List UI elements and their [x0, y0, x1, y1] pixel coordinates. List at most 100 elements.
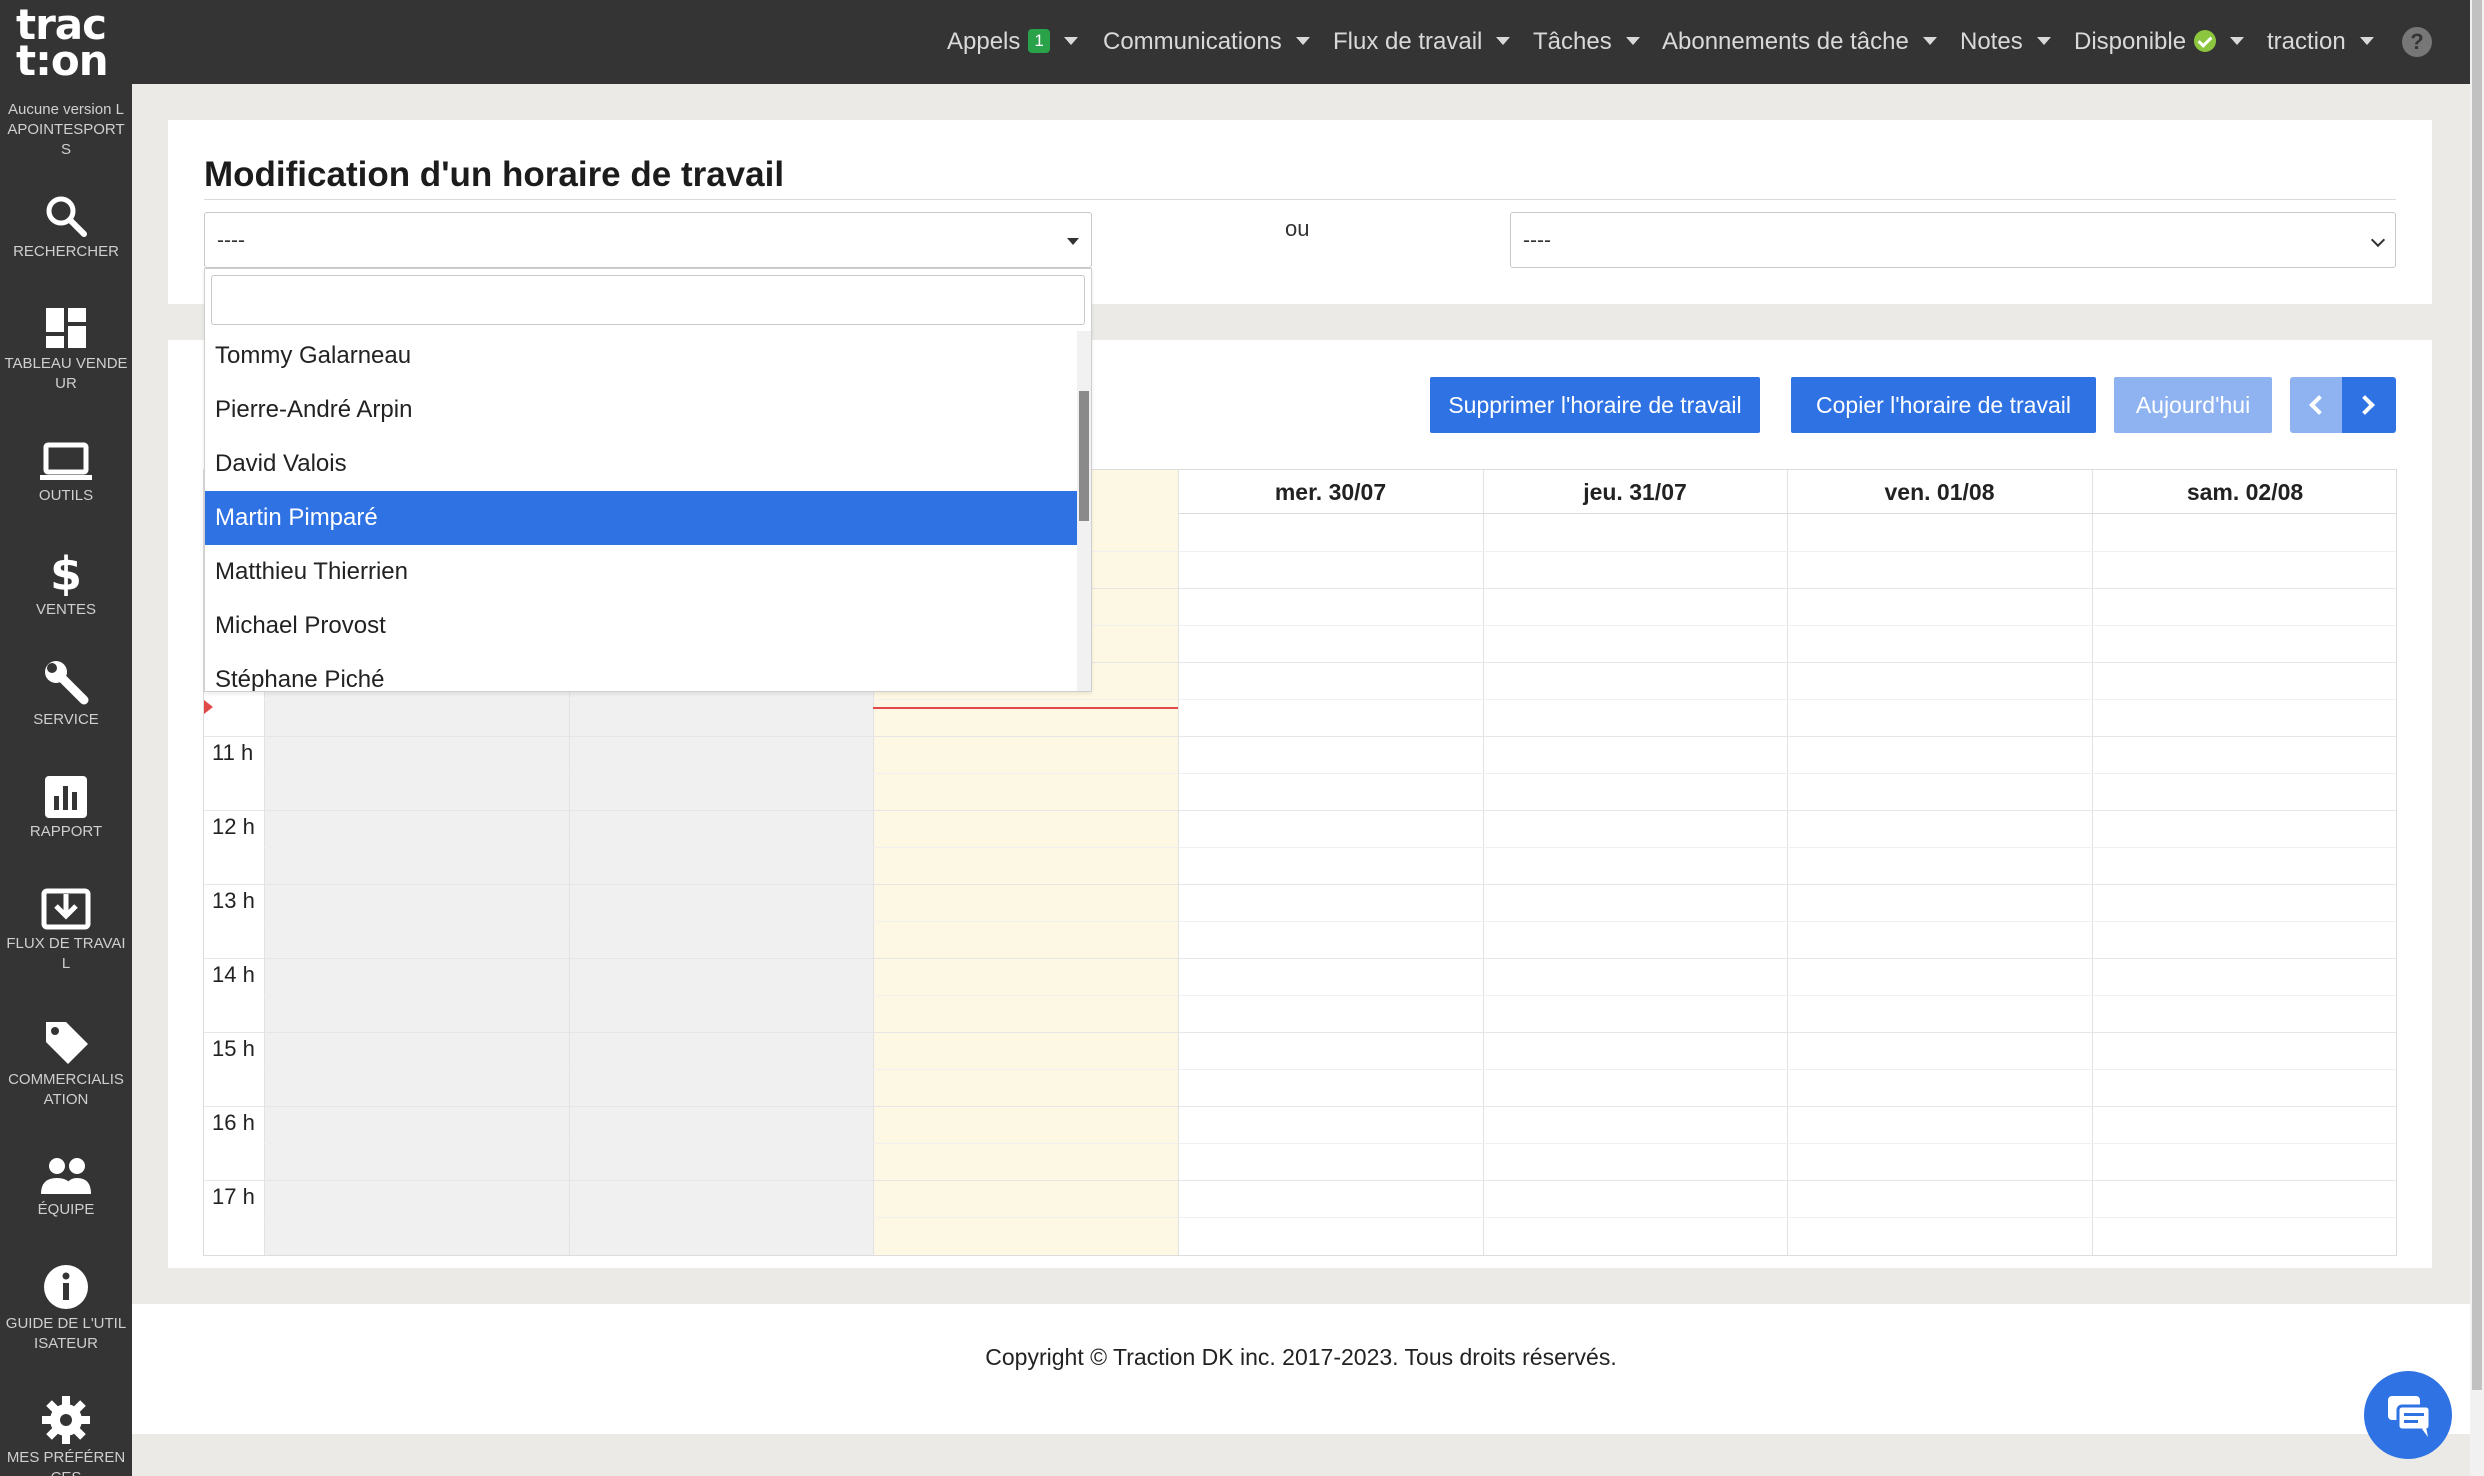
hour-line	[204, 1032, 2396, 1033]
search-icon	[46, 196, 87, 237]
hour-label: 13 h	[212, 888, 255, 913]
nav-abonnements[interactable]: Abonnements de tâche	[1662, 0, 1937, 84]
sidebar-item-rechercher[interactable]: RECHERCHER	[0, 194, 132, 262]
scrollbar-thumb[interactable]	[2472, 0, 2482, 1390]
sidebar-item-service[interactable]: SERVICE	[0, 658, 132, 730]
or-label: ou	[1285, 216, 1310, 241]
hour-label: 14 h	[212, 962, 255, 987]
dollar-icon: $	[51, 548, 81, 596]
dropdown-option[interactable]: Pierre-André Arpin	[205, 383, 1077, 437]
dropdown-option[interactable]: Stéphane Piché	[205, 653, 1077, 691]
nav-label: Appels	[947, 28, 1021, 55]
half-hour-line	[264, 995, 2396, 996]
scrollbar-thumb[interactable]	[1079, 391, 1089, 521]
nav-user[interactable]: traction	[2267, 0, 2374, 84]
sidebar-item-flux-de-travail[interactable]: FLUX DE TRAVAIL	[0, 888, 132, 974]
copyright-text: Copyright © Traction DK inc. 2017-2023. …	[985, 1344, 1617, 1370]
sidebar-item-label: FLUX DE TRAVAIL	[6, 935, 126, 972]
dropdown-option[interactable]: Tommy Galarneau	[205, 329, 1077, 383]
svg-text:$: $	[51, 548, 81, 596]
dropdown-option[interactable]: Michael Provost	[205, 599, 1077, 653]
dropdown-option[interactable]: David Valois	[205, 437, 1077, 491]
half-hour-line	[264, 921, 2396, 922]
calls-count-badge: 1	[1028, 28, 1050, 53]
employee-select[interactable]: ----	[204, 212, 1092, 268]
current-time-marker-icon	[204, 700, 213, 714]
hour-label: 17 h	[212, 1184, 255, 1209]
sidebar-item-label: COMMERCIALISATION	[8, 1071, 124, 1108]
caret-down-icon	[1922, 36, 1937, 45]
dropdown-option[interactable]: Matthieu Thierrien	[205, 545, 1077, 599]
download-box-icon	[41, 888, 91, 930]
hour-label: 15 h	[212, 1036, 255, 1061]
today-button[interactable]: Aujourd'hui	[2114, 377, 2272, 433]
nav-flux-de-travail[interactable]: Flux de travail	[1333, 0, 1511, 84]
page-title: Modification d'un horaire de travail	[204, 155, 785, 194]
help-icon[interactable]: ?	[2402, 27, 2432, 57]
nav-notes[interactable]: Notes	[1960, 0, 2051, 84]
nav-disponible[interactable]: Disponible	[2074, 0, 2245, 84]
page-scrollbar[interactable]	[2470, 0, 2484, 1476]
nav-communications[interactable]: Communications	[1103, 0, 1310, 84]
sidebar-item-label: SERVICE	[33, 711, 99, 728]
nav-label: Tâches	[1533, 28, 1612, 55]
nav-label: traction	[2267, 28, 2346, 55]
sidebar-item-preferences[interactable]: MES PRÉFÉRENCES	[0, 1396, 132, 1476]
nav-label: Communications	[1103, 28, 1282, 55]
dropdown-option-selected[interactable]: Martin Pimparé	[205, 491, 1077, 545]
day-header: jeu. 31/07	[1483, 470, 1787, 514]
sidebar-item-label: ÉQUIPE	[37, 1201, 95, 1218]
day-header: ven. 01/08	[1787, 470, 2092, 514]
chat-bubble-icon	[2388, 1396, 2432, 1437]
traction-logo[interactable]: trac t:on	[0, 0, 132, 84]
caret-down-icon	[2036, 36, 2051, 45]
sidebar-item-label: MES PRÉFÉRENCES	[6, 1449, 126, 1476]
sidebar-item-label: RECHERCHER	[13, 243, 119, 260]
nav-taches[interactable]: Tâches	[1533, 0, 1640, 84]
sidebar-item-outils[interactable]: OUTILS	[0, 442, 132, 506]
half-hour-line	[264, 699, 2396, 700]
sidebar-item-tableau-vendeur[interactable]: TABLEAU VENDEUR	[0, 306, 132, 394]
hour-label: 12 h	[212, 814, 255, 839]
caret-down-icon	[1067, 238, 1079, 245]
nav-label: Abonnements de tâche	[1662, 28, 1909, 55]
hour-line	[204, 810, 2396, 811]
hour-line	[204, 958, 2396, 959]
dashboard-icon	[46, 308, 86, 348]
dropdown-scrollbar[interactable]	[1077, 331, 1091, 691]
sidebar-item-guide[interactable]: GUIDE DE L'UTILISATEUR	[0, 1264, 132, 1354]
sidebar-item-label: TABLEAU VENDEUR	[4, 355, 128, 392]
caret-down-icon	[2359, 36, 2374, 45]
wrench-icon	[45, 661, 89, 705]
sidebar-item-label: RAPPORT	[29, 823, 103, 840]
half-hour-line	[264, 847, 2396, 848]
dropdown-search-input[interactable]	[211, 275, 1085, 325]
sidebar-item-rapport[interactable]: RAPPORT	[0, 776, 132, 842]
laptop-icon	[40, 442, 92, 480]
sidebar: trac t:on Aucune version LAPOINTESPORTS …	[0, 0, 132, 1476]
sidebar-item-equipe[interactable]: ÉQUIPE	[0, 1156, 132, 1220]
next-week-button[interactable]	[2342, 377, 2396, 433]
footer: Copyright © Traction DK inc. 2017-2023. …	[132, 1304, 2470, 1434]
employee-dropdown: Tommy Galarneau Pierre-André Arpin David…	[204, 268, 1092, 692]
hour-line	[204, 1180, 2396, 1181]
current-time-line	[873, 707, 1178, 709]
delete-schedule-button[interactable]: Supprimer l'horaire de travail	[1430, 377, 1760, 433]
version-label: Aucune version LAPOINTESPORTS	[7, 101, 125, 158]
caret-down-icon	[1063, 36, 1078, 45]
day-header: sam. 02/08	[2092, 470, 2396, 514]
sidebar-item-commercialisation[interactable]: COMMERCIALISATION	[0, 1018, 132, 1110]
nav-appels[interactable]: Appels 1	[947, 0, 1078, 84]
people-icon	[41, 1158, 91, 1194]
bar-chart-icon	[45, 776, 87, 818]
half-hour-line	[264, 773, 2396, 774]
employee-select-value: ----	[217, 229, 245, 252]
previous-week-button[interactable]	[2290, 377, 2342, 433]
nav-label: Disponible	[2074, 28, 2187, 55]
sidebar-item-ventes[interactable]: $ VENTES	[0, 548, 132, 620]
group-select[interactable]: ----	[1510, 212, 2396, 268]
hour-line	[204, 884, 2396, 885]
copy-schedule-button[interactable]: Copier l'horaire de travail	[1791, 377, 2096, 433]
half-hour-line	[264, 1217, 2396, 1218]
chat-button[interactable]	[2364, 1371, 2452, 1459]
